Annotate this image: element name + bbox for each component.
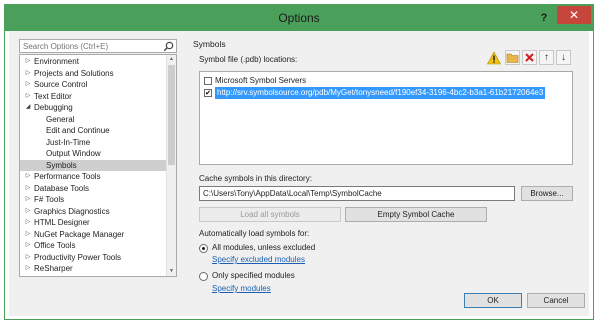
options-tree: ▷ Environment ▷ Projects and Solutions ▷…: [19, 54, 177, 277]
only-specified-modules-radio[interactable]: [199, 272, 208, 281]
search-icon[interactable]: [163, 41, 174, 52]
tree-item-label: Symbols: [46, 160, 77, 170]
expand-arrow-icon[interactable]: ▷: [24, 229, 32, 241]
help-button[interactable]: ?: [537, 11, 551, 25]
ok-button[interactable]: OK: [464, 293, 522, 308]
title-bar[interactable]: Options ? ✕: [5, 5, 593, 31]
tree-item-performance-tools[interactable]: ▷ Performance Tools: [20, 171, 166, 183]
scroll-up-icon[interactable]: ▲: [167, 55, 176, 64]
expand-arrow-icon[interactable]: ▷: [24, 79, 32, 91]
tree-item-projects-and-solutions[interactable]: ▷ Projects and Solutions: [20, 68, 166, 80]
tree-scrollbar[interactable]: ▲ ▼: [166, 55, 176, 276]
options-dialog: Options ? ✕ ▷ Environment ▷ Projects and…: [4, 4, 594, 320]
tree-item-label: Debugging: [34, 103, 73, 112]
tree-item-fsharp-tools[interactable]: ▷ F# Tools: [20, 194, 166, 206]
only-specified-modules-label[interactable]: Only specified modules: [212, 271, 295, 280]
expand-arrow-icon[interactable]: ▷: [24, 206, 32, 218]
browse-button[interactable]: Browse...: [521, 186, 573, 201]
tree-item-text-editor[interactable]: ▷ Text Editor: [20, 91, 166, 103]
location-label[interactable]: http://srv.symbolsource.org/pdb/MyGet/to…: [215, 87, 546, 99]
tree-item-output-window[interactable]: Output Window: [20, 148, 166, 160]
dialog-body: ▷ Environment ▷ Projects and Solutions ▷…: [9, 31, 589, 316]
all-modules-radio[interactable]: [199, 244, 208, 253]
close-button[interactable]: ✕: [557, 6, 591, 24]
all-modules-label[interactable]: All modules, unless excluded: [212, 243, 315, 252]
tree-item-source-control[interactable]: ▷ Source Control: [20, 79, 166, 91]
tree-item-environment[interactable]: ▷ Environment: [20, 56, 166, 68]
tree-item-label: HTML Designer: [34, 218, 90, 227]
tree-item-label: Source Control: [34, 80, 88, 89]
folder-icon: [506, 53, 519, 63]
delete-location-button[interactable]: [522, 50, 537, 65]
warning-icon: [487, 51, 501, 65]
expand-arrow-icon[interactable]: ▷: [24, 194, 32, 206]
search-input[interactable]: [20, 40, 160, 52]
location-checkbox[interactable]: ✔: [204, 89, 212, 97]
tree-item-debugging[interactable]: ◢ Debugging: [20, 102, 166, 114]
tree-item-general[interactable]: General: [20, 114, 166, 126]
tree-item-label: Graphics Diagnostics: [34, 206, 110, 216]
specify-excluded-modules-link[interactable]: Specify excluded modules: [212, 255, 305, 264]
move-up-button[interactable]: ↑: [539, 50, 554, 65]
tree-item-graphics-diagnostics[interactable]: ▷ Graphics Diagnostics: [20, 206, 166, 218]
tree-item-productivity-power-tools[interactable]: ▷ Productivity Power Tools: [20, 252, 166, 264]
expand-arrow-icon[interactable]: ▷: [24, 56, 32, 68]
location-checkbox[interactable]: [204, 77, 212, 85]
tree-item-html-designer[interactable]: ▷ HTML Designer: [20, 217, 166, 229]
cache-directory-input[interactable]: [199, 186, 515, 201]
delete-icon: [525, 53, 534, 62]
collapse-arrow-icon[interactable]: ◢: [24, 102, 32, 114]
location-label: Microsoft Symbol Servers: [215, 76, 307, 85]
tree-item-label: NuGet Package Manager: [34, 229, 125, 239]
empty-symbol-cache-button[interactable]: Empty Symbol Cache: [345, 207, 487, 222]
expand-arrow-icon[interactable]: ▷: [24, 68, 32, 80]
tree-item-label: Projects and Solutions: [34, 68, 114, 78]
tree-item-label: Just-In-Time: [46, 137, 91, 147]
expand-arrow-icon[interactable]: ▷: [24, 217, 32, 229]
expand-arrow-icon[interactable]: ▷: [24, 252, 32, 264]
scroll-down-icon[interactable]: ▼: [167, 267, 176, 276]
tree-item-office-tools[interactable]: ▷ Office Tools: [20, 240, 166, 252]
tree-item-label: Environment: [34, 57, 79, 66]
radio-selected-dot: [202, 247, 205, 250]
tree-item-just-in-time[interactable]: Just-In-Time: [20, 137, 166, 149]
tree-item-label: Edit and Continue: [46, 126, 110, 135]
symbol-locations-label: Symbol file (.pdb) locations:: [199, 55, 298, 64]
tree-item-label: Database Tools: [34, 183, 89, 193]
symbol-locations-list: Microsoft Symbol Servers ✔ http://srv.sy…: [199, 71, 573, 165]
load-all-symbols-button[interactable]: Load all symbols: [199, 207, 341, 222]
expand-arrow-icon[interactable]: ▷: [24, 91, 32, 103]
specify-modules-link[interactable]: Specify modules: [212, 284, 271, 293]
cancel-button[interactable]: Cancel: [527, 293, 585, 308]
tree-item-label: Performance Tools: [34, 172, 101, 181]
expand-arrow-icon[interactable]: ▷: [24, 171, 32, 183]
tree-item-label: General: [46, 114, 75, 124]
tree-item-label: ReSharper: [34, 264, 73, 273]
tree-item-symbols[interactable]: Symbols: [20, 159, 166, 171]
search-box[interactable]: [19, 39, 177, 53]
tree-item-nuget-package-manager[interactable]: ▷ NuGet Package Manager: [20, 229, 166, 241]
cache-directory-label: Cache symbols in this directory:: [199, 174, 312, 183]
window-title: Options: [278, 11, 320, 25]
auto-load-label: Automatically load symbols for:: [199, 229, 310, 238]
expand-arrow-icon[interactable]: ▷: [24, 240, 32, 252]
tree-item-database-tools[interactable]: ▷ Database Tools: [20, 183, 166, 195]
tree-item-edit-and-continue[interactable]: Edit and Continue: [20, 125, 166, 137]
tree-item-label: Office Tools: [34, 241, 76, 250]
move-down-button[interactable]: ↓: [556, 50, 571, 65]
tree-item-resharper[interactable]: ▷ ReSharper: [20, 263, 166, 275]
section-title: Symbols: [193, 39, 226, 49]
expand-arrow-icon[interactable]: ▷: [24, 263, 32, 275]
scrollbar-thumb[interactable]: [168, 65, 175, 165]
tree-item-label: Text Editor: [34, 91, 72, 101]
tree-item-label: Productivity Power Tools: [34, 252, 121, 262]
expand-arrow-icon[interactable]: ▷: [24, 183, 32, 195]
new-folder-button[interactable]: [505, 50, 520, 65]
tree-item-label: Output Window: [46, 149, 101, 158]
tree-item-label: F# Tools: [34, 195, 65, 204]
